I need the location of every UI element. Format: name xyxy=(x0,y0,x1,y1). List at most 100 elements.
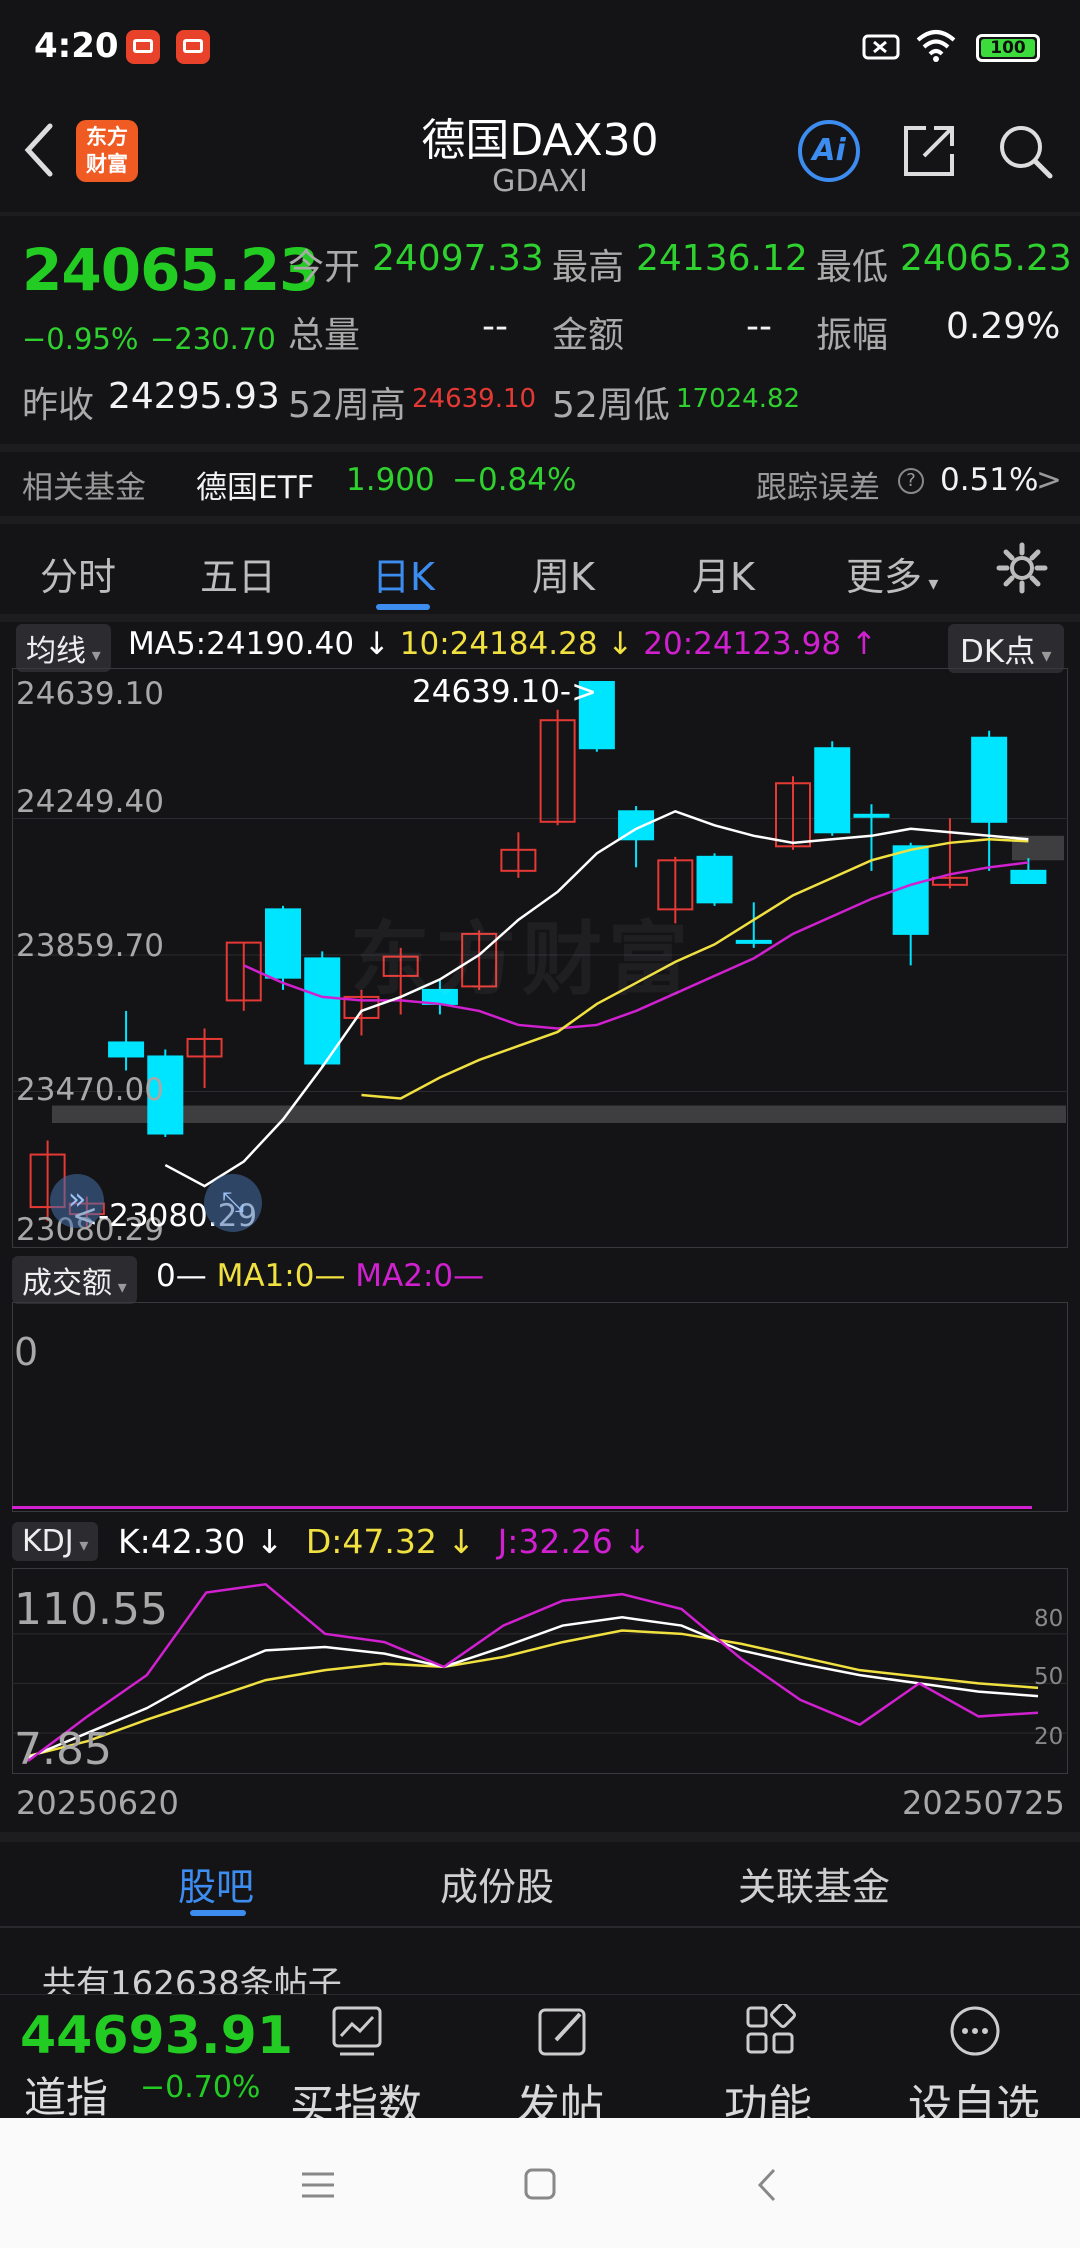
amplitude-label: 振幅 xyxy=(816,315,889,356)
fund-price: 1.900 xyxy=(346,462,435,498)
ma-selector[interactable]: 均线 xyxy=(16,624,111,672)
tab-more-label: 更多 xyxy=(846,555,923,599)
tab-monthly-k[interactable]: 月K xyxy=(692,546,755,601)
caret-down-icon: ▾ xyxy=(922,571,939,595)
volume-ma2: MA2:0— xyxy=(355,1258,485,1294)
candle xyxy=(304,957,341,1065)
caret-down-icon: ▾ xyxy=(1035,643,1052,667)
prev-close-label: 昨收 xyxy=(22,385,95,426)
kdj-chart[interactable] xyxy=(12,1568,1068,1774)
kdj-ref-80: 80 xyxy=(1034,1606,1064,1632)
tab-related-funds[interactable]: 关联基金 xyxy=(738,1856,890,1911)
tracking-value: 0.51% xyxy=(940,462,1039,498)
candle xyxy=(696,855,733,904)
candle xyxy=(735,939,772,944)
fund-change: −0.84% xyxy=(452,462,577,498)
search-icon[interactable] xyxy=(996,122,1054,180)
kdj-legend: K:42.30 ↓ D:47.32 ↓ J:32.26 ↓ xyxy=(118,1522,651,1561)
j-value: J:32.26 xyxy=(497,1522,613,1561)
app-notification-icon xyxy=(126,30,160,64)
candle xyxy=(265,908,301,979)
status-time: 4:20 xyxy=(34,26,119,66)
w52-high-value: 24639.10 xyxy=(412,384,537,414)
tab-five-day[interactable]: 五日 xyxy=(200,546,276,601)
kdj-selector[interactable]: KDJ xyxy=(12,1522,99,1561)
ma5-value: MA5:24190.40 xyxy=(128,626,355,662)
divider xyxy=(0,212,1080,216)
app-notification-icon xyxy=(176,30,210,64)
w52-low-label: 52周低 xyxy=(552,385,670,426)
dow-change: −0.70% xyxy=(140,2070,261,2105)
tab-more[interactable]: 更多 ▾ xyxy=(846,546,938,601)
volume-value: -- xyxy=(482,306,508,347)
candle xyxy=(853,813,890,818)
w52-high-label: 52周高 xyxy=(288,385,406,426)
expand-left-icon[interactable]: » xyxy=(50,1174,104,1228)
y-label: 24249.40 xyxy=(16,784,164,820)
low-value: 24065.23 xyxy=(900,238,1072,279)
open-label: 今开 xyxy=(288,247,361,288)
divider xyxy=(0,516,1080,524)
home-icon[interactable] xyxy=(522,2166,558,2202)
back-icon[interactable] xyxy=(752,2166,782,2204)
tab-weekly-k[interactable]: 周K xyxy=(532,546,595,601)
low-label: 最低 xyxy=(816,247,889,288)
dk-label: DK点 xyxy=(960,634,1036,670)
volume-ma1: MA1:0— xyxy=(216,1258,346,1294)
status-bar: 4:20 100 xyxy=(0,0,1080,96)
tab-constituents[interactable]: 成份股 xyxy=(440,1856,554,1911)
down-arrow-icon: ↓ xyxy=(607,626,634,662)
prev-close-value: 24295.93 xyxy=(108,376,280,417)
settings-gear-icon[interactable] xyxy=(996,542,1048,594)
kdj-ref-20: 20 xyxy=(1034,1724,1064,1750)
candle xyxy=(814,747,851,834)
y-label: 23859.70 xyxy=(16,928,164,964)
ma10-value: 10:24184.28 xyxy=(399,626,598,662)
fund-name: 德国ETF xyxy=(196,470,315,506)
watermark: 东方财富 xyxy=(350,913,694,1006)
volume-current: 0— xyxy=(156,1258,207,1294)
tab-minute[interactable]: 分时 xyxy=(40,546,116,601)
up-arrow-icon: ↑ xyxy=(850,626,877,662)
tracking-label: 跟踪误差 xyxy=(756,470,880,506)
kdj-d-line xyxy=(27,1629,1039,1758)
active-tab-indicator xyxy=(376,604,430,610)
kdj-k-line xyxy=(27,1616,1039,1759)
volume-chart[interactable] xyxy=(12,1302,1068,1512)
more-circle-icon xyxy=(950,2006,1000,2056)
down-arrow-icon: ↓ xyxy=(255,1522,284,1561)
divider xyxy=(0,1832,1080,1842)
menu-icon[interactable] xyxy=(298,2168,338,2202)
volume-legend: 0— MA1:0— MA2:0— xyxy=(156,1258,484,1294)
amount-label: 金额 xyxy=(552,315,625,356)
y-label: 23470.00 xyxy=(16,1072,164,1108)
tab-stock-forum[interactable]: 股吧 xyxy=(178,1856,254,1911)
chevron-right-icon: > xyxy=(1036,462,1062,498)
fullscreen-icon[interactable]: ⤡ xyxy=(204,1174,262,1232)
help-icon[interactable]: ? xyxy=(898,468,924,494)
date-start: 20250620 xyxy=(16,1784,179,1822)
amplitude-value: 0.29% xyxy=(946,306,1061,347)
high-value: 24136.12 xyxy=(636,238,808,279)
battery-icon: 100 xyxy=(976,34,1040,62)
ma20-value: 20:24123.98 xyxy=(643,626,842,662)
fund-label: 相关基金 xyxy=(22,470,146,506)
tab-daily-k[interactable]: 日K xyxy=(372,546,435,601)
down-arrow-icon: ↓ xyxy=(363,626,390,662)
current-price: 24065.23 xyxy=(22,236,320,304)
price-band xyxy=(52,1105,1066,1124)
d-value: D:47.32 xyxy=(305,1522,437,1561)
volume-y-label: 0 xyxy=(14,1330,39,1374)
high-label: 最高 xyxy=(552,247,625,288)
volume-indicator-selector[interactable]: 成交额 xyxy=(12,1256,137,1304)
volume-ma-line xyxy=(12,1506,1032,1509)
chart-trend-icon xyxy=(332,2006,382,2056)
amount-value: -- xyxy=(746,306,772,347)
kdj-y-bottom: 7.85 xyxy=(14,1724,112,1775)
change-value: −230.70 xyxy=(150,322,276,356)
ai-button[interactable]: Ai xyxy=(798,120,860,182)
w52-low-value: 17024.82 xyxy=(676,384,801,414)
dk-point-button[interactable]: DK点 ▾ xyxy=(948,624,1064,673)
share-icon[interactable] xyxy=(900,122,958,180)
battery-level: 100 xyxy=(981,39,1035,57)
